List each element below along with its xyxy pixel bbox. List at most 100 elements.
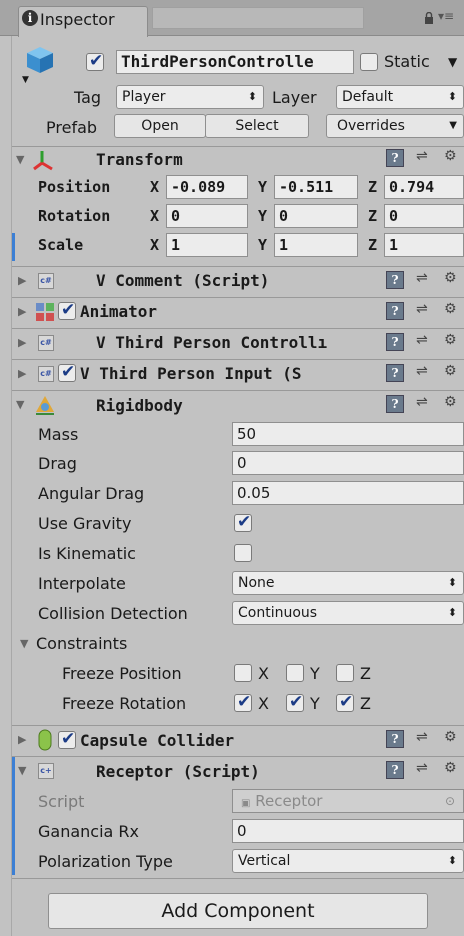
object-name-field[interactable]: ThirdPersonControlle	[116, 50, 354, 74]
help-icon[interactable]: ?	[386, 302, 404, 320]
layer-dropdown[interactable]: Default ⬍	[336, 85, 464, 109]
capsule-collider-title: Capsule Collider	[80, 731, 235, 750]
freeze-rotation-x-checkbox[interactable]: ✔	[234, 692, 252, 712]
freeze-position-y-label: Y	[310, 664, 320, 683]
constraints-foldout-icon[interactable]: ▼	[20, 637, 28, 650]
foldout-closed-icon[interactable]: ▶	[18, 305, 26, 318]
script-value: Receptor	[255, 792, 323, 810]
active-checkbox[interactable]: ✔	[86, 51, 104, 71]
foldout-open-icon[interactable]: ▼	[16, 398, 24, 411]
csharp-script-icon: c#	[38, 273, 54, 289]
prefab-open-button[interactable]: Open	[114, 114, 206, 138]
collision-detection-dropdown[interactable]: Continuous ⬍	[232, 601, 464, 625]
script-label: Script	[38, 792, 85, 811]
foldout-closed-icon[interactable]: ▶	[18, 367, 26, 380]
tab-menu-icon[interactable]: ▾≡	[438, 9, 454, 23]
use-gravity-checkbox[interactable]: ✔	[234, 512, 252, 532]
collision-detection-label: Collision Detection	[38, 604, 188, 623]
is-kinematic-checkbox[interactable]	[234, 544, 252, 562]
drag-field[interactable]: 0	[232, 451, 464, 475]
freeze-rotation-z-checkbox[interactable]: ✔	[336, 692, 354, 712]
footer-divider	[12, 878, 464, 879]
position-label: Position	[38, 178, 111, 196]
tag-dropdown[interactable]: Player ⬍	[116, 85, 264, 109]
scale-x-field[interactable]: 1	[166, 233, 248, 257]
rigidbody-title: Rigidbody	[96, 396, 183, 415]
freeze-rotation-z-label: Z	[360, 694, 371, 713]
preset-settings-icon[interactable]: ⇌	[416, 148, 428, 164]
help-icon[interactable]: ?	[386, 149, 404, 167]
interpolate-dropdown[interactable]: None ⬍	[232, 571, 464, 595]
foldout-open-icon[interactable]: ▼	[18, 764, 26, 777]
rotation-y-field[interactable]: 0	[274, 204, 358, 228]
foldout-closed-icon[interactable]: ▶	[18, 274, 26, 287]
preset-settings-icon[interactable]: ⇌	[416, 760, 428, 776]
freeze-position-x-label: X	[258, 664, 269, 683]
gear-icon[interactable]: ⚙	[444, 270, 457, 286]
transform-title: Transform	[96, 150, 183, 169]
ganancia-rx-field[interactable]: 0	[232, 819, 464, 843]
foldout-closed-icon[interactable]: ▶	[18, 336, 26, 349]
preset-settings-icon[interactable]: ⇌	[416, 270, 428, 286]
gear-icon[interactable]: ⚙	[444, 760, 457, 776]
gear-icon[interactable]: ⚙	[444, 332, 457, 348]
overrides-arrow-icon: ▼	[449, 120, 457, 131]
polarization-type-dropdown[interactable]: Vertical ⬍	[232, 849, 464, 873]
position-x-field[interactable]: -0.089	[166, 175, 248, 199]
tab-strip-empty	[152, 7, 364, 29]
preset-settings-icon[interactable]: ⇌	[416, 729, 428, 745]
preset-settings-icon[interactable]: ⇌	[416, 332, 428, 348]
help-icon[interactable]: ?	[386, 395, 404, 413]
freeze-rotation-y-checkbox[interactable]: ✔	[286, 692, 304, 712]
capsule-collider-enabled-checkbox[interactable]: ✔	[58, 729, 76, 749]
freeze-rotation-x-label: X	[258, 694, 269, 713]
foldout-open-icon[interactable]: ▼	[16, 153, 24, 166]
interpolate-value: None	[238, 575, 275, 591]
position-y-field[interactable]: -0.511	[274, 175, 358, 199]
add-component-button[interactable]: Add Component	[48, 893, 428, 929]
position-z-field[interactable]: 0.794	[384, 175, 464, 199]
help-icon[interactable]: ?	[386, 730, 404, 748]
preset-settings-icon[interactable]: ⇌	[416, 363, 428, 379]
freeze-position-z-checkbox[interactable]	[336, 664, 354, 682]
help-icon[interactable]: ?	[386, 761, 404, 779]
help-icon[interactable]: ?	[386, 333, 404, 351]
scale-z-field[interactable]: 1	[384, 233, 464, 257]
use-gravity-label: Use Gravity	[38, 514, 132, 533]
gear-icon[interactable]: ⚙	[444, 394, 457, 410]
scale-y-field[interactable]: 1	[274, 233, 358, 257]
selection-indicator	[12, 233, 15, 261]
rotation-z-label: Z	[368, 207, 378, 225]
scale-x-label: X	[150, 236, 160, 254]
v-input-enabled-checkbox[interactable]: ✔	[58, 362, 76, 382]
static-checkbox[interactable]	[360, 53, 378, 71]
help-icon[interactable]: ?	[386, 271, 404, 289]
gear-icon[interactable]: ⚙	[444, 729, 457, 745]
v-controller-title: V Third Person Controllı	[96, 333, 328, 352]
help-icon[interactable]: ?	[386, 364, 404, 382]
lock-icon[interactable]	[424, 10, 434, 24]
foldout-closed-icon[interactable]: ▶	[18, 733, 26, 746]
position-z-label: Z	[368, 178, 378, 196]
rotation-z-field[interactable]: 0	[384, 204, 464, 228]
angular-drag-field[interactable]: 0.05	[232, 481, 464, 505]
cube-dropdown-arrow-icon[interactable]: ▼	[22, 75, 29, 85]
gear-icon[interactable]: ⚙	[444, 148, 457, 164]
mass-field[interactable]: 50	[232, 422, 464, 446]
gear-icon[interactable]: ⚙	[444, 301, 457, 317]
prefab-overrides-button[interactable]: Overrides ▼	[326, 114, 464, 138]
freeze-position-label: Freeze Position	[62, 664, 182, 683]
animator-enabled-checkbox[interactable]: ✔	[58, 300, 76, 320]
script-add-icon: c+	[38, 763, 54, 779]
static-dropdown-arrow-icon[interactable]: ▼	[448, 55, 457, 69]
gear-icon[interactable]: ⚙	[444, 363, 457, 379]
rotation-x-field[interactable]: 0	[166, 204, 248, 228]
preset-settings-icon[interactable]: ⇌	[416, 301, 428, 317]
preset-settings-icon[interactable]: ⇌	[416, 394, 428, 410]
freeze-position-y-checkbox[interactable]	[286, 664, 304, 682]
updown-arrows-icon: ⬍	[447, 576, 457, 589]
capsule-collider-icon	[38, 729, 52, 751]
freeze-rotation-y-label: Y	[310, 694, 320, 713]
prefab-select-button[interactable]: Select	[205, 114, 309, 138]
freeze-position-x-checkbox[interactable]	[234, 664, 252, 682]
